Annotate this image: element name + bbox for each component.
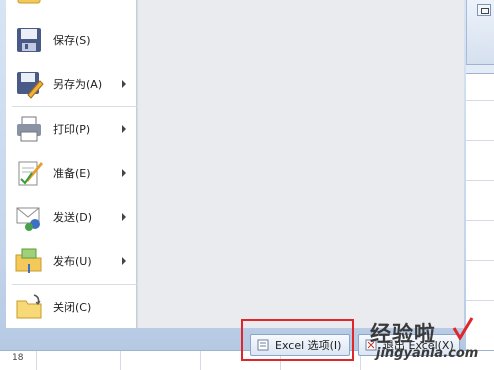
- submenu-arrow-icon: [122, 257, 126, 265]
- menu-item-label: 另存为(A): [53, 78, 103, 91]
- grid-line: [466, 220, 494, 221]
- menu-item-save[interactable]: 保存(S): [6, 20, 136, 60]
- row-number: 18: [12, 353, 24, 363]
- printer-icon: [17, 116, 41, 142]
- restore-window-icon[interactable]: [477, 4, 491, 16]
- menu-separator: [12, 106, 138, 107]
- recent-documents-pane: [137, 0, 464, 328]
- menu-item-label: 保存(S): [53, 34, 91, 47]
- highlight-box: [241, 319, 354, 361]
- menu-item-send[interactable]: 发送(D): [6, 197, 136, 237]
- menu-item-save-as[interactable]: 另存为(A): [6, 64, 136, 104]
- office-menu-commands: 保存(S) 另存为(A) 打印(P) 准备(E) 发送(D) 发布(U) 关闭(…: [6, 0, 138, 328]
- column-header: [466, 64, 494, 74]
- checkmark-icon: [452, 317, 474, 340]
- submenu-arrow-icon: [122, 80, 126, 88]
- submenu-arrow-icon: [122, 125, 126, 133]
- menu-item-label: 发送(D): [53, 211, 93, 224]
- menu-separator: [12, 284, 138, 285]
- menu-item-print[interactable]: 打印(P): [6, 109, 136, 149]
- menu-item-prepare[interactable]: 准备(E): [6, 153, 136, 193]
- grid-line: [466, 140, 494, 141]
- grid-line: [466, 180, 494, 181]
- folder-icon: [17, 0, 41, 4]
- grid-line: [466, 300, 494, 301]
- grid-line: [200, 351, 201, 370]
- menu-item-label: 打印(P): [53, 123, 91, 136]
- floppy-disk-icon: [17, 28, 41, 52]
- save-as-icon: [17, 72, 44, 99]
- menu-item-label: 发布(U): [53, 255, 92, 268]
- grid-line: [36, 351, 37, 370]
- send-email-icon: [16, 207, 40, 231]
- publish-folder-icon: [15, 248, 42, 273]
- close-folder-icon: [16, 294, 42, 319]
- menu-item-label: 准备(E): [53, 167, 91, 180]
- watermark-title: 经验啦: [370, 322, 436, 346]
- grid-line: [466, 260, 494, 261]
- ribbon-area: [466, 0, 494, 64]
- menu-item-new[interactable]: [6, 0, 136, 14]
- submenu-arrow-icon: [122, 213, 126, 221]
- prepare-document-icon: [18, 161, 43, 186]
- grid-line: [466, 100, 494, 101]
- watermark: 经验啦 jingyanla.com: [370, 317, 494, 368]
- menu-item-publish[interactable]: 发布(U): [6, 241, 136, 281]
- menu-item-label: 关闭(C): [53, 301, 92, 314]
- menu-item-close[interactable]: 关闭(C): [6, 287, 136, 327]
- submenu-arrow-icon: [122, 169, 126, 177]
- grid-line: [120, 351, 121, 370]
- office-menu: 保存(S) 另存为(A) 打印(P) 准备(E) 发送(D) 发布(U) 关闭(…: [0, 0, 466, 361]
- worksheet-area: [466, 0, 494, 369]
- watermark-url: jingyanla.com: [376, 346, 479, 361]
